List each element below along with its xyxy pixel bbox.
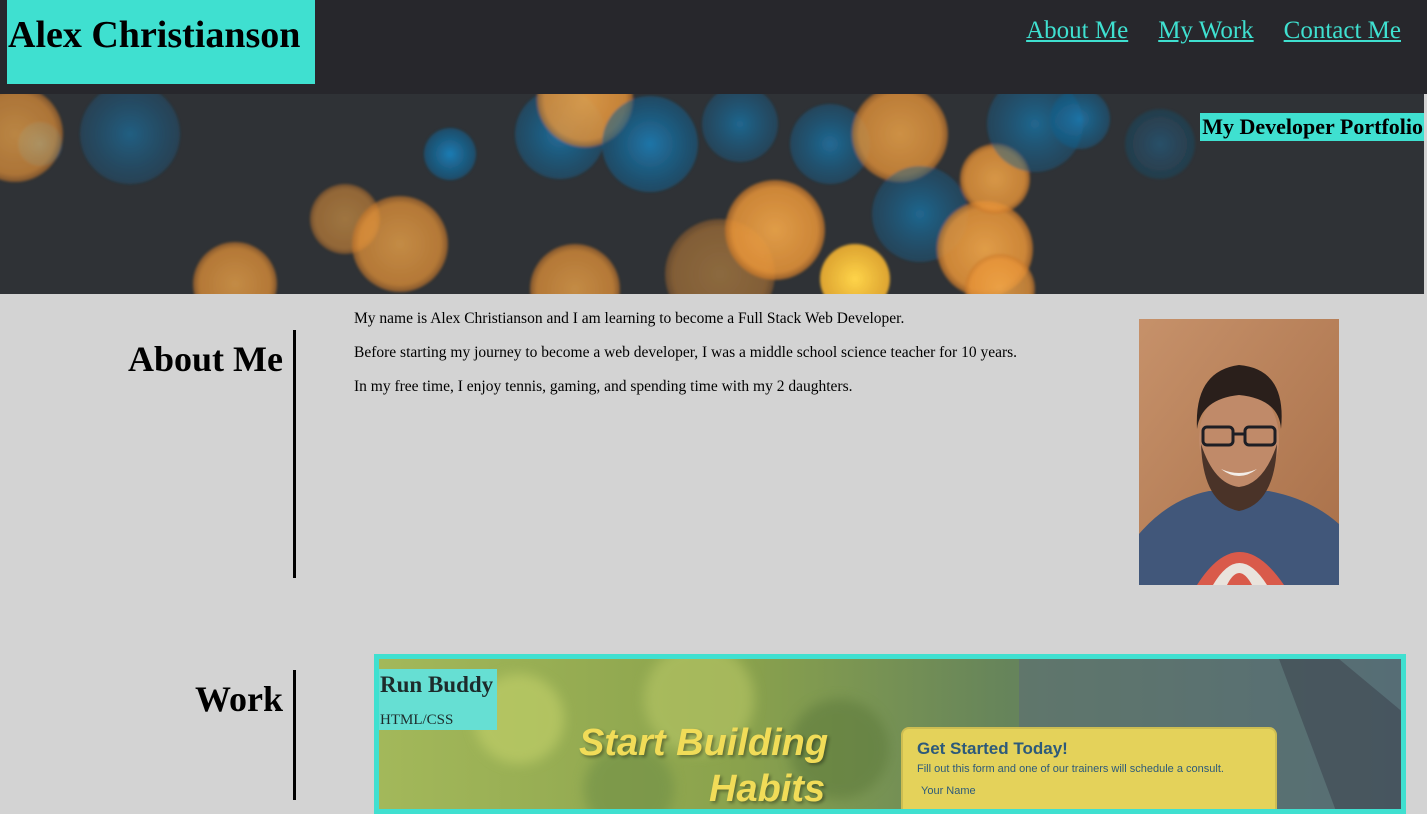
about-paragraph: In my free time, I enjoy tennis, gaming,… <box>354 378 853 395</box>
work-heading: Work <box>194 679 283 719</box>
nav-my-work[interactable]: My Work <box>1158 16 1253 46</box>
screenshot-headline: Start Building <box>579 722 829 764</box>
hero-banner: My Developer Portfolio <box>0 94 1424 294</box>
screenshot-headline-2: Habits <box>709 768 826 810</box>
screenshot-form-subtitle: Fill out this form and one of our traine… <box>917 763 1224 775</box>
hero-title: My Developer Portfolio <box>1200 113 1424 141</box>
about-text: My name is Alex Christianson and I am le… <box>354 309 1114 411</box>
about-paragraph: Before starting my journey to become a w… <box>354 344 1018 361</box>
nav-contact-me[interactable]: Contact Me <box>1284 16 1401 46</box>
project-tech: HTML/CSS <box>380 712 454 728</box>
project-title: Run Buddy <box>380 672 494 697</box>
profile-photo <box>1139 319 1339 585</box>
brand-box: Alex Christianson <box>7 0 315 84</box>
screenshot-form-title: Get Started Today! <box>917 739 1068 758</box>
nav-about-me[interactable]: About Me <box>1026 16 1128 46</box>
main-nav: About Me My Work Contact Me <box>1026 16 1401 46</box>
screenshot-form-label: Your Name <box>921 785 976 797</box>
project-label: Run Buddy HTML/CSS <box>379 669 497 730</box>
about-heading: About Me <box>128 339 283 379</box>
work-divider <box>293 670 296 800</box>
about-divider <box>293 330 296 578</box>
site-title: Alex Christianson <box>8 14 301 56</box>
about-paragraph: My name is Alex Christianson and I am le… <box>354 310 905 327</box>
project-card-run-buddy[interactable]: Start Building Habits Get Started Today!… <box>374 654 1406 814</box>
screenshot-form-panel: Get Started Today! Fill out this form an… <box>901 727 1277 809</box>
site-header: Alex Christianson About Me My Work Conta… <box>0 0 1427 94</box>
